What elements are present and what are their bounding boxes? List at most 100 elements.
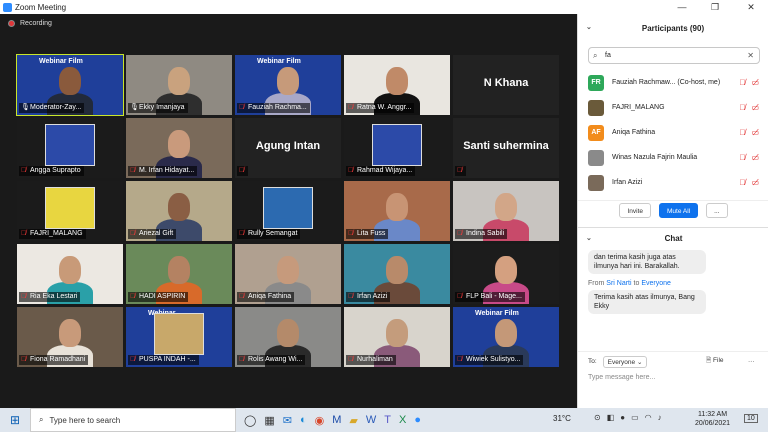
participant-face [277,319,299,347]
participant-face [495,193,517,221]
widgets-icon[interactable]: ▦ [264,414,274,427]
video-tile[interactable]: Webinar Film 🎙 Moderator-Zay... [16,54,124,116]
video-off-icon[interactable]: ▭̸ [751,103,759,112]
word-icon[interactable]: W [366,414,376,426]
mic-muted-icon[interactable]: 🎙̸ [739,128,745,137]
recording-indicator[interactable]: Recording [8,20,52,27]
video-off-icon[interactable]: ▭̸ [751,178,759,187]
mic-muted-icon: 🎙̸ [348,293,354,300]
chevron-down-icon[interactable]: ⌄ [586,234,592,242]
invite-button[interactable]: Invite [619,203,651,218]
video-tile[interactable]: 🎙̸ HADI ASPIRIN [126,244,232,304]
mic-muted-icon: 🎙̸ [239,230,245,237]
video-tile[interactable]: 🎙̸ Angga Suprapto [17,118,123,178]
minimize-button[interactable]: — [671,0,693,14]
video-tile[interactable]: Webinar Film 🎙̸ Wiwiek Sulistyo... [453,307,559,367]
participant-row[interactable]: Winas Nazula Fajrin Maulia 🎙̸ ▭̸ [578,145,768,170]
video-tile[interactable]: 🎙̸ FAJRI_MALANG [17,181,123,241]
participant-row[interactable]: AF Aniqa Fathina 🎙̸ ▭̸ [578,120,768,145]
mute-all-button[interactable]: Mute All [659,203,699,218]
video-tile[interactable]: 🎙̸ Rully Semangat [235,181,341,241]
video-tile[interactable]: Agung Intan 🎙̸ [235,118,341,178]
video-off-icon[interactable]: ▭̸ [751,78,759,87]
mic-muted-icon: 🎙̸ [457,356,463,363]
volume-icon[interactable]: ♪ [658,413,662,422]
side-panel: ⌄ Participants (90) ⌕ fa ✕ FR Fauziah Rac… [577,14,768,408]
task-view-icon[interactable]: ◯ [244,414,256,427]
more-options-button[interactable]: ... [706,203,728,218]
search-value: fa [605,52,611,59]
mic-muted-icon[interactable]: 🎙̸ [739,78,745,87]
mendeley-icon[interactable]: M [332,414,341,426]
participant-name-label: 🎙̸ Ariezal Gift [128,229,177,239]
participant-row[interactable]: FR Fauziah Rachmaw... (Co-host, me) 🎙̸ ▭̸ [578,70,768,95]
mic-icon[interactable]: ● [620,413,625,422]
video-tile[interactable]: 🎙̸ Indina Sabili [453,181,559,241]
participant-row-name: Winas Nazula Fajrin Maulia [612,154,698,161]
video-tile[interactable]: 🎙 Ekky Imanjaya [126,55,232,115]
wifi-icon[interactable]: ◠ [645,413,652,422]
recipient-select[interactable]: Everyone ⌄ [602,355,648,368]
restore-button[interactable]: ❐ [704,0,726,14]
video-tile[interactable]: 🎙̸ FLP Bali - Mage... [453,244,559,304]
network-icon[interactable]: ⊙ [594,413,601,422]
mic-muted-icon[interactable]: 🎙̸ [739,153,745,162]
chat-more-button[interactable]: ··· [748,358,755,365]
teams-icon[interactable]: T [384,414,391,426]
mic-muted-icon[interactable]: 🎙̸ [739,103,745,112]
participant-status-icons: 🎙̸ ▭̸ [739,103,759,112]
excel-icon[interactable]: X [399,414,406,426]
participant-face [168,67,190,95]
participant-row-name: FAJRI_MALANG [612,104,665,111]
video-tile[interactable]: 🎙̸ Lita Fuss [344,181,450,241]
video-off-icon[interactable]: ▭̸ [751,128,759,137]
zoom-taskbar-icon[interactable]: ● [414,414,421,426]
video-tile[interactable]: 🎙̸ M. Irfan Hidayat... [126,118,232,178]
app-tray-icon[interactable]: ◧ [607,413,615,422]
window-title: Zoom Meeting [15,2,67,12]
record-icon [8,20,15,27]
edge-icon[interactable]: ◐ [300,414,307,426]
participant-search-input[interactable]: ⌕ fa ✕ [588,47,760,64]
explorer-icon[interactable]: ▰ [349,414,357,427]
participant-face [168,256,190,284]
video-tile[interactable]: 🎙̸ Nurhaliman [344,307,450,367]
video-gallery: Recording Webinar Film 🎙 Moderator-Zay... 🎙… [0,14,577,408]
video-tile[interactable]: Santi suhermina 🎙̸ [453,118,559,178]
clock[interactable]: 11:32 AM 20/06/2021 [695,410,730,428]
battery-icon[interactable]: ▭ [631,413,639,422]
video-tile[interactable]: 🎙̸ Rolis Awang Wi... [235,307,341,367]
participant-name: Fauziah Rachma... [248,104,307,111]
chat-message-input[interactable]: Type message here... [588,374,655,381]
file-button[interactable]: 🗎 File [706,356,724,367]
participant-row[interactable]: FAJRI_MALANG 🎙̸ ▭̸ [578,95,768,120]
mic-muted-icon: 🎙̸ [348,167,354,174]
mic-muted-icon[interactable]: 🎙̸ [739,178,745,187]
clear-search-icon[interactable]: ✕ [747,48,754,63]
participant-actions: Invite Mute All ... [578,200,768,222]
video-tile[interactable]: Webinar Film 🎙̸ Fauziah Rachma... [235,55,341,115]
taskbar-search-input[interactable]: ⌕ Type here to search [30,408,236,432]
participant-name: Lita Fuss [357,230,386,237]
weather-temp[interactable]: 31°C [553,414,571,423]
video-tile[interactable]: 🎙̸ Aniqa Fathina [235,244,341,304]
chevron-down-icon[interactable]: ⌄ [586,23,592,31]
video-tile[interactable]: 🎙̸ Rahmad Wijaya... [344,118,450,178]
notification-badge[interactable]: 10 [744,414,758,423]
video-tile[interactable]: 🎙̸ Ratna W. Anggr... [344,55,450,115]
video-off-icon[interactable]: ▭̸ [751,153,759,162]
video-tile[interactable]: Webinar🎙̸PUSPA INDAH -... [126,307,232,367]
video-tile[interactable]: 🎙̸ Irfan Azizi [344,244,450,304]
close-button[interactable]: ✕ [740,0,762,14]
windows-start-icon[interactable]: ⊞ [0,408,30,432]
video-tile[interactable]: 🎙̸ Ria Eka Lestari [17,244,123,304]
chat-sender-name[interactable]: Sri Narti [606,280,631,287]
participant-row[interactable]: Irfan Azizi 🎙̸ ▭̸ [578,170,768,194]
mail-icon[interactable]: ✉ [283,414,292,427]
video-tile[interactable]: 🎙̸ Fiona Ramadhani [17,307,123,367]
chrome-icon[interactable]: ◉ [315,414,325,427]
video-tile[interactable]: 🎙̸ Ariezal Gift [126,181,232,241]
participant-row-name: Aniqa Fathina [612,129,656,136]
participant-face [386,193,408,221]
video-tile[interactable]: N Khana [453,55,559,115]
